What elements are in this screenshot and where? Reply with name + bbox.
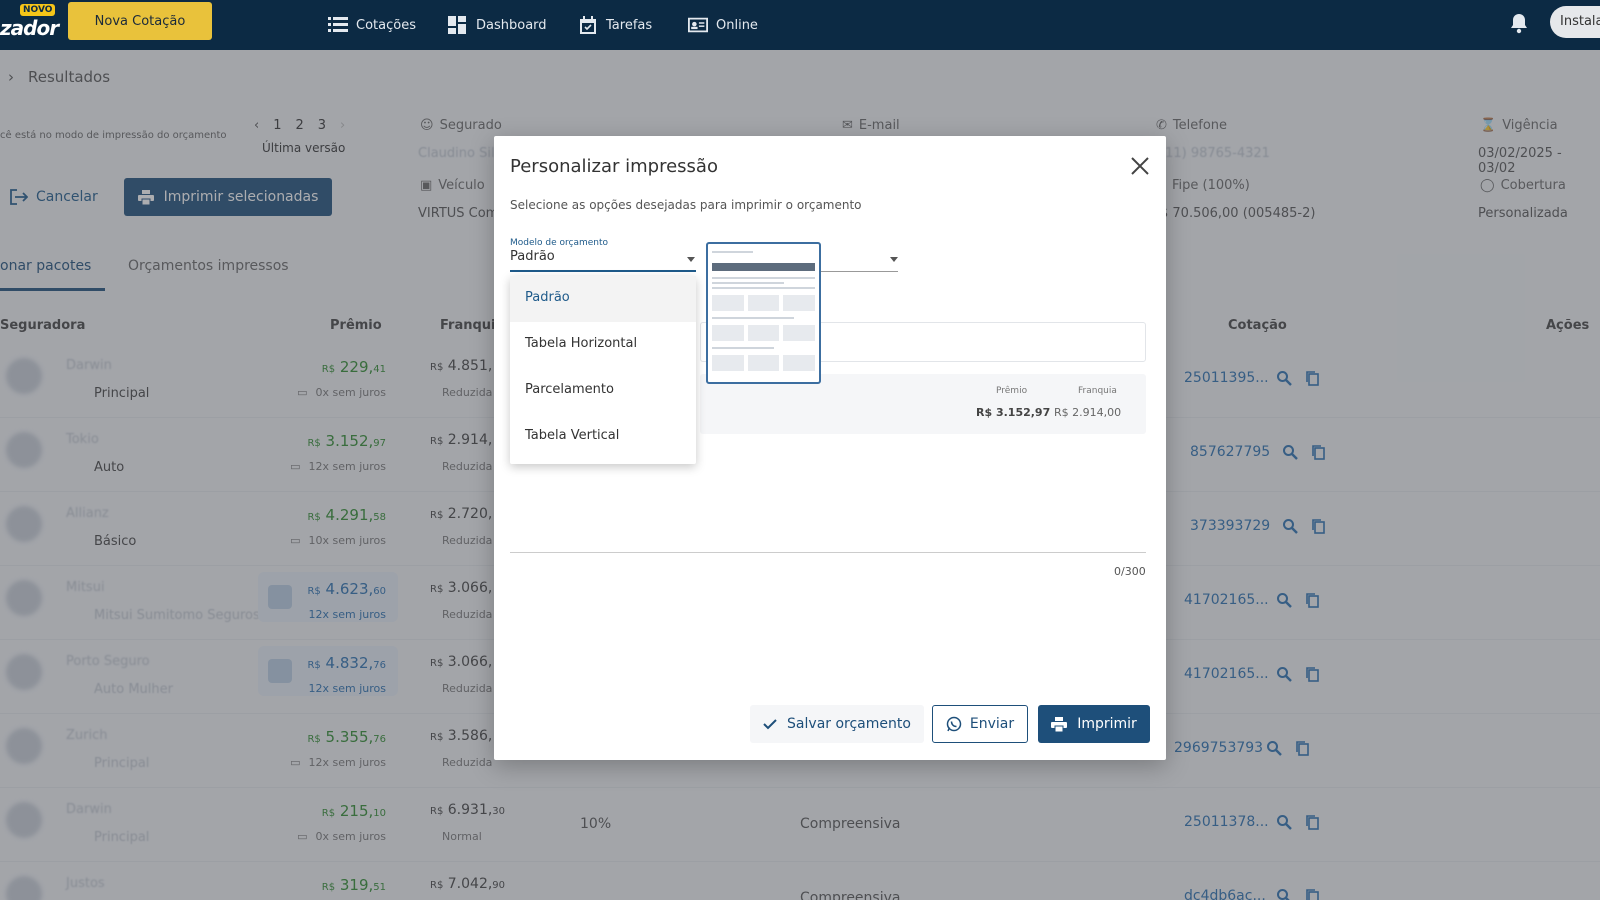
option-tabela-horizontal[interactable]: Tabela Horizontal xyxy=(510,322,696,368)
preview-block xyxy=(712,295,816,311)
id-card-icon xyxy=(688,17,708,33)
package-franquia-label: Franquia xyxy=(1078,386,1117,396)
package-franquia-value: R$ 2.914,00 xyxy=(1054,406,1122,419)
list-icon xyxy=(328,17,348,32)
send-label: Enviar xyxy=(969,716,1015,732)
logo-text: zador xyxy=(0,16,59,40)
top-navigation: NOVO zador Nova Cotação Cotações Dashboa… xyxy=(0,0,1600,50)
template-dropdown-menu: Padrão Tabela Horizontal Parcelamento Ta… xyxy=(510,276,696,464)
preview-block xyxy=(712,325,816,341)
template-select[interactable]: Padrão xyxy=(510,249,555,264)
nav-online[interactable]: Online xyxy=(688,10,758,40)
check-icon xyxy=(763,719,777,730)
nav-label: Dashboard xyxy=(476,17,547,33)
close-icon[interactable] xyxy=(1130,156,1150,176)
nav-label: Tarefas xyxy=(606,17,653,33)
whatsapp-icon xyxy=(946,716,962,732)
notes-textarea[interactable] xyxy=(510,552,1146,553)
option-parcelamento[interactable]: Parcelamento xyxy=(510,368,696,414)
dialog-description: Selecione as opções desejadas para impri… xyxy=(510,198,862,212)
nav-cotacoes[interactable]: Cotações xyxy=(328,10,416,40)
preview-line xyxy=(712,277,815,279)
preview-line xyxy=(712,317,795,319)
caret-down-icon[interactable] xyxy=(687,257,695,262)
select-underline xyxy=(510,270,696,272)
preview-line xyxy=(712,347,774,349)
print-customize-dialog: Personalizar impressão Selecione as opçõ… xyxy=(494,136,1166,760)
package-premio-value: R$ 3.152,97 xyxy=(976,406,1051,419)
dashboard-icon xyxy=(448,16,466,34)
preview-block xyxy=(712,355,816,371)
new-quote-button[interactable]: Nova Cotação xyxy=(68,2,212,40)
new-badge: NOVO xyxy=(20,4,56,16)
calendar-check-icon xyxy=(580,16,596,34)
nav-tarefas[interactable]: Tarefas xyxy=(578,10,652,40)
template-select-label: Modelo de orçamento xyxy=(510,238,609,248)
preview-line xyxy=(712,282,785,284)
option-tabela-vertical[interactable]: Tabela Vertical xyxy=(510,414,696,460)
print-label: Imprimir xyxy=(1077,716,1137,732)
bell-icon[interactable] xyxy=(1509,12,1529,34)
preview-line xyxy=(712,287,815,289)
print-button[interactable]: Imprimir xyxy=(1038,705,1150,743)
preview-line xyxy=(712,251,754,253)
nav-label: Cotações xyxy=(356,17,416,33)
caret-down-icon[interactable] xyxy=(890,257,898,262)
dialog-title: Personalizar impressão xyxy=(510,156,718,177)
char-counter: 0/300 xyxy=(1114,565,1146,578)
app-logo[interactable]: NOVO zador xyxy=(0,4,59,44)
nav-label: Online xyxy=(716,17,758,33)
option-padrao[interactable]: Padrão xyxy=(510,276,696,322)
template-preview-thumbnail xyxy=(706,242,821,384)
printer-icon xyxy=(1051,716,1068,732)
nav-dashboard[interactable]: Dashboard xyxy=(448,10,547,40)
save-quote-button[interactable]: Salvar orçamento xyxy=(750,705,924,743)
package-premio-label: Prêmio xyxy=(996,386,1028,396)
preview-header xyxy=(712,263,815,271)
send-button[interactable]: Enviar xyxy=(932,705,1028,743)
install-button[interactable]: Instala xyxy=(1550,6,1600,38)
save-label: Salvar orçamento xyxy=(787,716,911,732)
